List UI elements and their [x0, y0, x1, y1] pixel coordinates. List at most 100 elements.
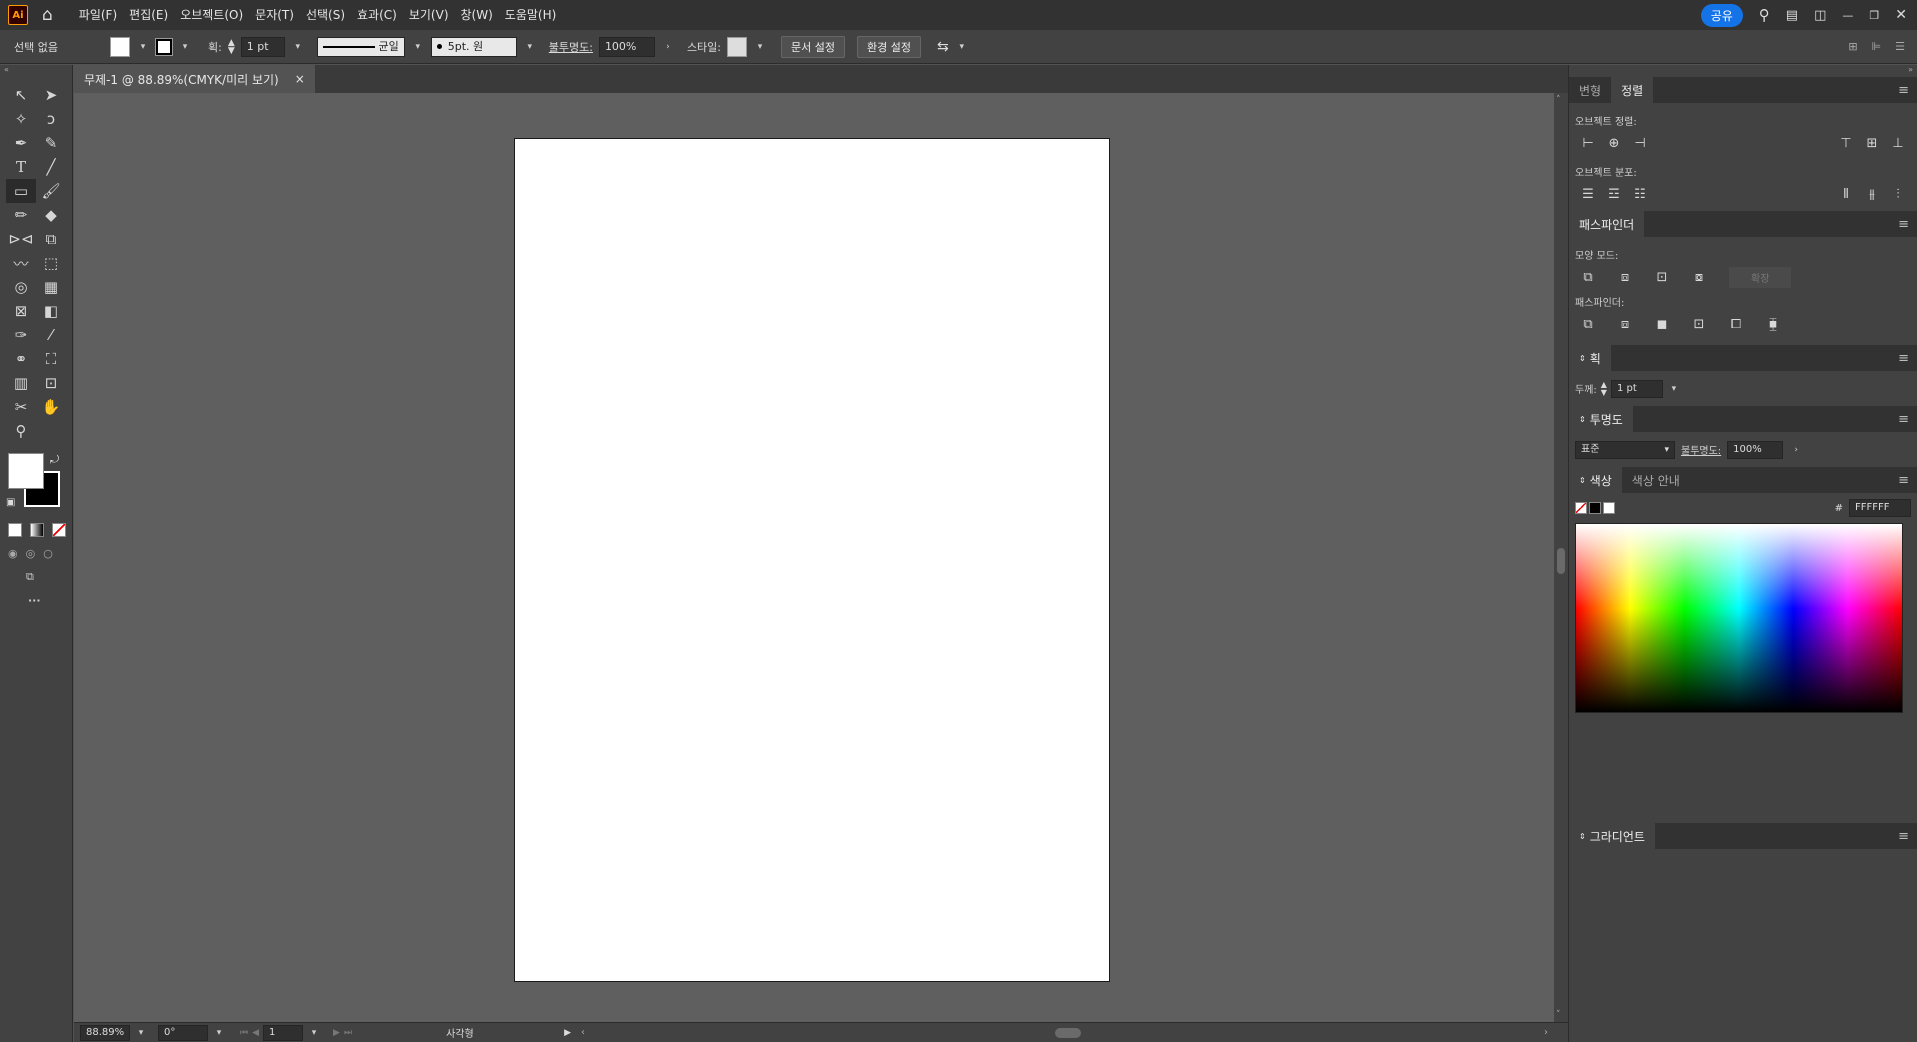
zoom-field[interactable]: 88.89% [80, 1024, 130, 1041]
restore-icon[interactable]: ❐ [1869, 9, 1879, 22]
intersect-icon[interactable]: ⊡ [1649, 266, 1675, 288]
align-top-icon[interactable]: ⊤ [1833, 132, 1859, 154]
eraser-tool-icon[interactable]: ◆ [36, 203, 66, 227]
distribute-right-icon[interactable]: ⫶ [1885, 183, 1911, 205]
chevron-down-icon[interactable]: ▾ [178, 42, 192, 52]
divide-icon[interactable]: ⧉ [1575, 313, 1601, 335]
horizontal-scroll-thumb[interactable] [1054, 1027, 1081, 1038]
menu-edit[interactable]: 편집(E) [123, 0, 174, 30]
align-hcenter-icon[interactable]: ⊕ [1601, 132, 1627, 154]
stroke-weight-input[interactable]: 1 pt [1610, 379, 1663, 398]
panel-menu-icon[interactable]: ≡ [1890, 467, 1917, 493]
tab-stroke[interactable]: ⇕ 획 [1569, 345, 1611, 371]
distribute-vcenter-icon[interactable]: ☲ [1601, 183, 1627, 205]
scroll-up-icon[interactable]: ˄ [1556, 95, 1561, 105]
measure-tool-icon[interactable]: ⁄ [36, 323, 66, 347]
document-tab[interactable]: 무제-1 @ 88.89%(CMYK/미리 보기) × [74, 65, 315, 93]
distribute-top-icon[interactable]: ☰ [1575, 183, 1601, 205]
exclude-icon[interactable]: ⧇ [1686, 266, 1712, 288]
scroll-left-icon[interactable]: ‹ [581, 1027, 585, 1038]
symbol-sprayer-tool-icon[interactable]: ⛶ [36, 347, 66, 371]
tab-transform[interactable]: 변형 [1569, 77, 1611, 103]
selection-tool-icon[interactable]: ↖ [6, 83, 36, 107]
draw-inside-icon[interactable]: ○ [43, 547, 53, 560]
paintbrush-tool-icon[interactable]: 🖌 [36, 179, 66, 203]
opacity-label[interactable]: 불투명도: [549, 39, 593, 55]
chevron-down-icon[interactable]: ▾ [307, 1028, 321, 1038]
draw-behind-icon[interactable]: ◎ [26, 547, 36, 560]
share-button[interactable]: 공유 [1700, 3, 1743, 27]
fill-swatch[interactable] [110, 36, 130, 57]
stepper-icon[interactable]: ▲ ▼ [1601, 380, 1607, 397]
column-graph-tool-icon[interactable]: ▥ [6, 371, 36, 395]
search-icon[interactable]: ⚲ [1759, 6, 1770, 24]
menu-file[interactable]: 파일(F) [73, 0, 123, 30]
scroll-down-icon[interactable]: ˅ [1556, 1010, 1561, 1020]
chevron-down-icon[interactable]: ▾ [1667, 384, 1681, 394]
artboard-tool-icon[interactable]: ⊡ [36, 371, 66, 395]
hex-input[interactable]: FFFFFF [1849, 499, 1911, 517]
chevron-down-icon[interactable]: ▾ [523, 42, 537, 52]
zoom-tool-icon[interactable]: ⚲ [6, 419, 36, 443]
chevron-right-icon[interactable]: › [661, 42, 675, 52]
style-swatch[interactable] [727, 36, 748, 57]
menu-effect[interactable]: 효과(C) [351, 0, 403, 30]
pen-tool-icon[interactable]: ✒ [6, 131, 36, 155]
dock-collapse-icon[interactable]: » [1569, 65, 1917, 77]
chevron-right-icon[interactable]: › [1789, 445, 1803, 455]
minus-back-icon[interactable]: ⧯ [1760, 313, 1786, 335]
panel-menu-icon[interactable]: ≡ [1890, 211, 1917, 237]
document-setup-button[interactable]: 문서 설정 [781, 35, 845, 58]
align-left-icon[interactable]: ⊢ [1575, 132, 1601, 154]
tab-transparency[interactable]: ⇕ 투명도 [1569, 406, 1633, 432]
screen-mode-icon[interactable]: ⧉ [0, 570, 72, 584]
trim-icon[interactable]: ⧈ [1612, 313, 1638, 335]
align-icon[interactable]: ⊫ [1872, 40, 1882, 53]
chevron-down-icon[interactable]: ▾ [291, 42, 305, 52]
menu-help[interactable]: 도움말(H) [499, 0, 563, 30]
chevron-down-icon[interactable]: ▾ [411, 42, 425, 52]
tab-pathfinder[interactable]: 패스파인더 [1569, 211, 1645, 237]
minus-front-icon[interactable]: ⧈ [1612, 266, 1638, 288]
reflect-tool-icon[interactable]: ⊳⊲ [6, 227, 36, 251]
pencil-tool-icon[interactable]: ✏ [6, 203, 36, 227]
brush-select[interactable]: 5pt. 원 [430, 36, 517, 57]
chevron-down-icon[interactable]: ▾ [955, 42, 969, 52]
more-tools-icon[interactable]: ··· [0, 594, 72, 607]
merge-icon[interactable]: ◼ [1649, 313, 1675, 335]
menu-view[interactable]: 보기(V) [403, 0, 455, 30]
vertical-scrollbar[interactable]: ˄ ˅ [1554, 93, 1568, 1022]
stepper-icon[interactable]: ▲ ▼ [228, 38, 235, 55]
prev-page-icon[interactable]: ◀ [252, 1028, 259, 1038]
opacity-field[interactable]: 100% [598, 36, 655, 57]
swap-colors-icon[interactable]: ⤾ [50, 453, 59, 467]
distribute-hcenter-icon[interactable]: ⫵ [1859, 183, 1885, 205]
align-right-icon[interactable]: ⊣ [1627, 132, 1653, 154]
hand-tool-icon[interactable]: ✋ [36, 395, 66, 419]
color-spectrum[interactable] [1575, 523, 1903, 713]
minimize-icon[interactable]: — [1842, 9, 1853, 22]
panel-menu-icon[interactable]: ≡ [1890, 77, 1917, 103]
chevron-down-icon[interactable]: ▾ [212, 1028, 226, 1038]
menu-select[interactable]: 선택(S) [300, 0, 351, 30]
tab-color-guide[interactable]: 색상 안내 [1622, 467, 1690, 493]
mesh-tool-icon[interactable]: ⊠ [6, 299, 36, 323]
transform-icon[interactable]: ⊞ [1848, 40, 1857, 53]
gradient-mode-icon[interactable] [30, 523, 44, 537]
chevron-down-icon[interactable]: ▾ [134, 1028, 148, 1038]
menu-window[interactable]: 창(W) [455, 0, 499, 30]
status-menu-icon[interactable]: ▶ [564, 1028, 571, 1038]
collapse-icon[interactable]: « [0, 65, 72, 77]
panel-menu-icon[interactable]: ☰ [1895, 40, 1905, 53]
chevron-down-icon[interactable]: ▾ [136, 42, 150, 52]
blend-tool-icon[interactable]: ⚭ [6, 347, 36, 371]
black-color-icon[interactable] [1589, 502, 1601, 514]
none-color-icon[interactable] [1575, 502, 1587, 514]
scroll-right-icon[interactable]: › [1544, 1027, 1548, 1038]
menu-object[interactable]: 오브젝트(O) [174, 0, 249, 30]
align-vcenter-icon[interactable]: ⊞ [1859, 132, 1885, 154]
white-color-icon[interactable] [1603, 502, 1615, 514]
panel-menu-icon[interactable]: ≡ [1890, 823, 1917, 849]
distribute-left-icon[interactable]: ⫴ [1833, 183, 1859, 205]
line-style-select[interactable]: 균일 [316, 36, 405, 57]
